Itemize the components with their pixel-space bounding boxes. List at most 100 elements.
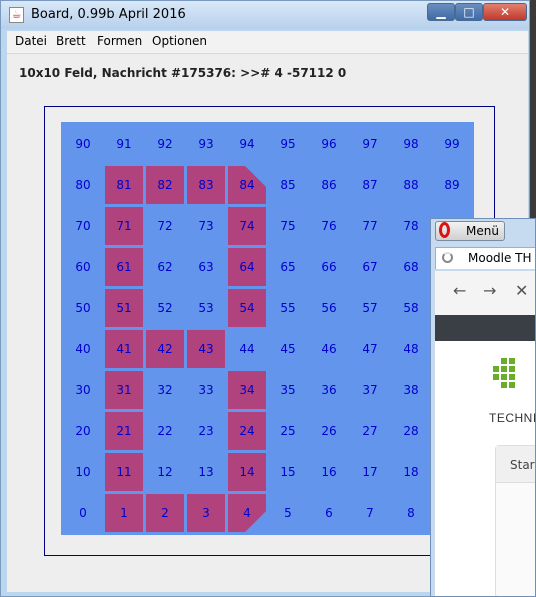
board-cell[interactable]: 36 (310, 371, 348, 409)
board-cell[interactable]: 54 (228, 289, 266, 327)
board-cell[interactable]: 99 (433, 125, 471, 163)
board-cell[interactable]: 73 (187, 207, 225, 245)
board-cell[interactable]: 26 (310, 412, 348, 450)
board-cell[interactable]: 13 (187, 453, 225, 491)
board-cell[interactable]: 71 (105, 207, 143, 245)
forward-icon[interactable]: → (483, 281, 496, 300)
board-cell[interactable]: 65 (269, 248, 307, 286)
board-cell[interactable]: 81 (105, 166, 143, 204)
board-cell[interactable]: 52 (146, 289, 184, 327)
close-button[interactable]: ✕ (483, 3, 527, 21)
board-cell[interactable]: 31 (105, 371, 143, 409)
board-cell[interactable]: 89 (433, 166, 471, 204)
menu-optionen[interactable]: Optionen (152, 34, 207, 48)
board-cell[interactable]: 33 (187, 371, 225, 409)
board-cell[interactable]: 78 (392, 207, 430, 245)
board-cell[interactable]: 94 (228, 125, 266, 163)
board-cell[interactable]: 48 (392, 330, 430, 368)
board-cell[interactable]: 57 (351, 289, 389, 327)
board-cell[interactable]: 77 (351, 207, 389, 245)
board-cell[interactable]: 93 (187, 125, 225, 163)
board-cell[interactable]: 0 (64, 494, 102, 532)
board-cell[interactable]: 61 (105, 248, 143, 286)
board-cell[interactable]: 80 (64, 166, 102, 204)
board-cell[interactable]: 1 (105, 494, 143, 532)
board-cell[interactable]: 98 (392, 125, 430, 163)
board-cell[interactable]: 30 (64, 371, 102, 409)
board-cell[interactable]: 41 (105, 330, 143, 368)
board-cell[interactable]: 7 (351, 494, 389, 532)
board-cell[interactable]: 90 (64, 125, 102, 163)
board-cell[interactable]: 22 (146, 412, 184, 450)
board-cell[interactable]: 72 (146, 207, 184, 245)
board-cell[interactable]: 14 (228, 453, 266, 491)
menu-brett[interactable]: Brett (56, 34, 86, 48)
board-cell[interactable]: 16 (310, 453, 348, 491)
board-cell[interactable]: 95 (269, 125, 307, 163)
board-cell[interactable]: 45 (269, 330, 307, 368)
minimize-button[interactable]: ▁ (427, 3, 455, 21)
menu-datei[interactable]: Datei (15, 34, 47, 48)
board-cell[interactable]: 21 (105, 412, 143, 450)
board-cell[interactable]: 84 (228, 166, 266, 204)
board-cell[interactable]: 32 (146, 371, 184, 409)
board-cell[interactable]: 27 (351, 412, 389, 450)
board-cell[interactable]: 18 (392, 453, 430, 491)
browser-tab[interactable]: Moodle TH M (435, 247, 535, 269)
board-cell[interactable]: 23 (187, 412, 225, 450)
board-cell[interactable]: 47 (351, 330, 389, 368)
board-cell[interactable]: 88 (392, 166, 430, 204)
back-icon[interactable]: ← (453, 281, 466, 300)
board-cell[interactable]: 11 (105, 453, 143, 491)
board-cell[interactable]: 91 (105, 125, 143, 163)
stop-icon[interactable]: ✕ (515, 281, 528, 300)
board-cell[interactable]: 53 (187, 289, 225, 327)
board-cell[interactable]: 44 (228, 330, 266, 368)
board-cell[interactable]: 8 (392, 494, 430, 532)
board-cell[interactable]: 35 (269, 371, 307, 409)
board-cell[interactable]: 58 (392, 289, 430, 327)
board-cell[interactable]: 34 (228, 371, 266, 409)
board-cell[interactable]: 3 (187, 494, 225, 532)
board-cell[interactable]: 75 (269, 207, 307, 245)
board-cell[interactable]: 97 (351, 125, 389, 163)
opera-menu-button[interactable]: Menü (435, 221, 505, 241)
board-cell[interactable]: 46 (310, 330, 348, 368)
board-cell[interactable]: 6 (310, 494, 348, 532)
board-cell[interactable]: 12 (146, 453, 184, 491)
board-cell[interactable]: 42 (146, 330, 184, 368)
board-cell[interactable]: 40 (64, 330, 102, 368)
maximize-button[interactable]: □ (455, 3, 483, 21)
board-cell[interactable]: 96 (310, 125, 348, 163)
board-cell[interactable]: 82 (146, 166, 184, 204)
board-cell[interactable]: 37 (351, 371, 389, 409)
board-cell[interactable]: 83 (187, 166, 225, 204)
board-cell[interactable]: 38 (392, 371, 430, 409)
board-cell[interactable]: 68 (392, 248, 430, 286)
board-cell[interactable]: 86 (310, 166, 348, 204)
board-cell[interactable]: 56 (310, 289, 348, 327)
board-cell[interactable]: 87 (351, 166, 389, 204)
board-cell[interactable]: 5 (269, 494, 307, 532)
menu-formen[interactable]: Formen (97, 34, 142, 48)
board-cell[interactable]: 67 (351, 248, 389, 286)
board-cell[interactable]: 2 (146, 494, 184, 532)
board-cell[interactable]: 25 (269, 412, 307, 450)
board-cell[interactable]: 92 (146, 125, 184, 163)
board-cell[interactable]: 51 (105, 289, 143, 327)
board-cell[interactable]: 85 (269, 166, 307, 204)
board-cell[interactable]: 55 (269, 289, 307, 327)
board-cell[interactable]: 50 (64, 289, 102, 327)
board-cell[interactable]: 76 (310, 207, 348, 245)
board-cell[interactable]: 64 (228, 248, 266, 286)
board-cell[interactable]: 4 (228, 494, 266, 532)
board-cell[interactable]: 70 (64, 207, 102, 245)
start-card-header[interactable]: Start (496, 446, 535, 483)
board-cell[interactable]: 62 (146, 248, 184, 286)
board-cell[interactable]: 15 (269, 453, 307, 491)
board-cell[interactable]: 28 (392, 412, 430, 450)
board-cell[interactable]: 66 (310, 248, 348, 286)
board-cell[interactable]: 20 (64, 412, 102, 450)
board-cell[interactable]: 10 (64, 453, 102, 491)
board-cell[interactable]: 24 (228, 412, 266, 450)
